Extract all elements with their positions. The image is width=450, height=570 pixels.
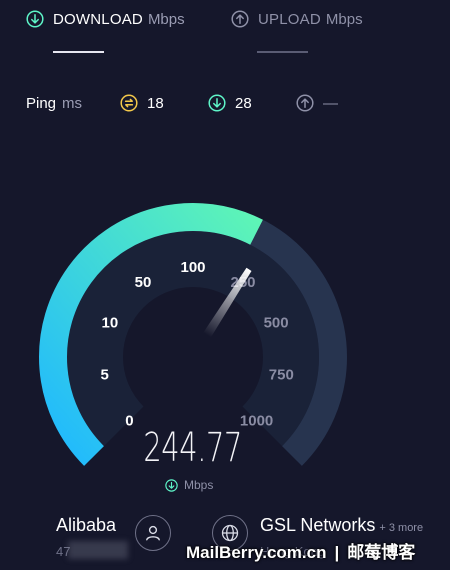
ping-upload: —	[296, 92, 338, 114]
ip-redaction	[68, 541, 128, 559]
isp-name: Alibaba	[56, 515, 117, 535]
tab-download-indicator	[53, 51, 104, 53]
gauge-tick-label: 750	[269, 367, 294, 384]
gauge-inner-band	[67, 231, 319, 447]
watermark-text: MailBerry.com.cn	[186, 543, 327, 562]
gauge-tick-label: 50	[135, 274, 152, 291]
gauge-tick-label: 5	[101, 367, 109, 384]
user-icon	[146, 525, 160, 541]
idle-latency-icon	[120, 94, 138, 112]
ping-upload-value: —	[323, 94, 338, 112]
watermark-cn: 邮莓博客	[347, 543, 416, 562]
tab-download-unit: Mbps	[147, 10, 185, 28]
watermark: MailBerry.com.cn | 邮莓博客	[186, 538, 415, 563]
tab-download-label: DOWNLOAD	[53, 10, 143, 28]
gauge-tick-label: 500	[264, 315, 289, 332]
ping-download: 28	[208, 92, 252, 114]
watermark-separator: |	[334, 543, 340, 562]
test-tabs: DOWNLOAD Mbps UPLOAD Mbps	[0, 0, 450, 60]
change-provider-button[interactable]	[135, 515, 171, 551]
server-name-group[interactable]: GSL Networks + 3 more	[260, 515, 423, 536]
ping-idle: 18	[120, 92, 164, 114]
server-more-link[interactable]: + 3 more	[379, 522, 423, 534]
download-latency-icon	[208, 94, 226, 112]
ping-download-value: 28	[235, 94, 252, 112]
current-speed-value: 244.77	[143, 425, 242, 471]
download-small-icon	[165, 478, 178, 492]
ping-label: Ping	[26, 94, 57, 112]
ping-unit: ms	[62, 94, 83, 112]
tab-upload-indicator	[257, 51, 308, 53]
tab-download[interactable]: DOWNLOAD Mbps	[26, 8, 185, 30]
upload-latency-icon	[296, 94, 314, 112]
server-name: GSL Networks	[260, 515, 376, 535]
tab-upload-unit: Mbps	[325, 10, 363, 28]
gauge-inner-glow	[67, 231, 319, 447]
ping-label-group: Ping ms	[26, 92, 82, 114]
current-speed-unit-label: Mbps	[184, 478, 214, 492]
download-circle-icon	[26, 10, 44, 28]
current-speed-unit: Mbps	[165, 478, 213, 492]
tab-upload[interactable]: UPLOAD Mbps	[231, 8, 363, 30]
gauge-tick-label: 10	[102, 315, 119, 332]
upload-circle-icon	[231, 10, 249, 28]
ping-row: Ping ms 18 28 —	[0, 92, 450, 114]
tab-upload-label: UPLOAD	[258, 10, 321, 28]
gauge-tick-label: 100	[180, 259, 205, 276]
ping-idle-value: 18	[147, 94, 164, 112]
